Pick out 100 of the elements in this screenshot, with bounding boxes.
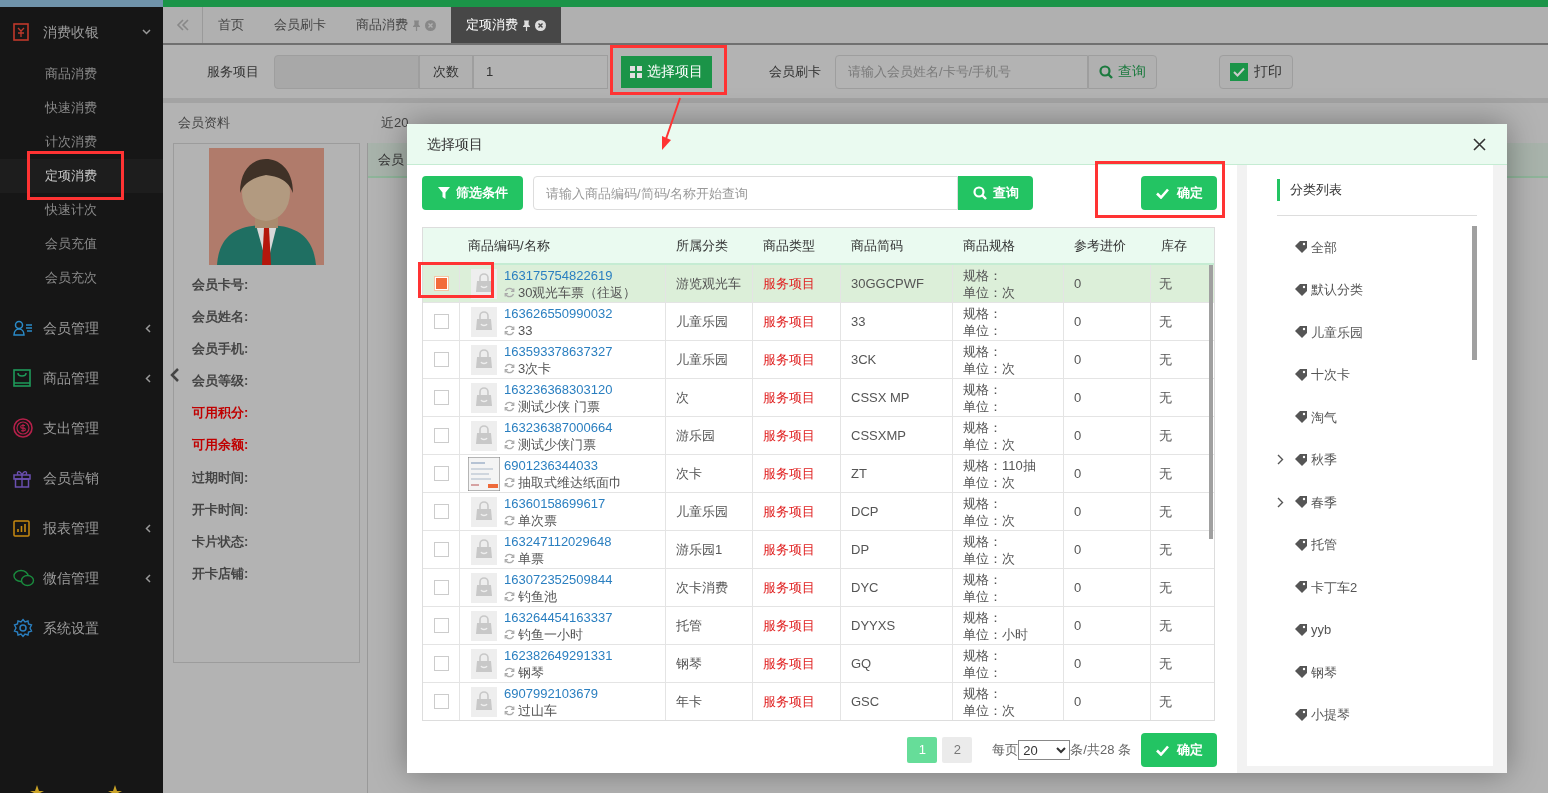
table-cell-text: 服务项目: [763, 274, 815, 293]
table-row[interactable]: 162382649291331 钢琴 钢琴 服务项目 GQ 规格： 单位： 0 无: [423, 645, 1214, 683]
item-code-link[interactable]: 163626550990032: [504, 304, 613, 322]
item-code-link[interactable]: 163247112029648: [504, 532, 612, 550]
checkbox[interactable]: [433, 390, 449, 405]
tab[interactable]: 首页: [203, 7, 259, 43]
checkbox[interactable]: [433, 276, 449, 291]
checkbox[interactable]: [433, 580, 449, 595]
category-item[interactable]: 儿童乐园: [1277, 311, 1477, 354]
chevron-right-icon: [1277, 454, 1284, 466]
table-cell-text: 规格：: [963, 342, 1003, 360]
shopping-bag-icon: [471, 496, 497, 527]
item-code-link[interactable]: 163264454163337: [504, 608, 613, 626]
item-code-link[interactable]: 6907992103679: [504, 684, 598, 702]
table-cell-text: 服务项目: [763, 350, 815, 369]
close-icon[interactable]: [535, 19, 546, 31]
search-field[interactable]: 请输入商品编码/简码/名称开始查询: [533, 176, 958, 210]
category-item[interactable]: yyb: [1277, 608, 1477, 651]
table-cell-text: CSSXMP: [851, 426, 906, 445]
table-cell-text: 0: [1074, 578, 1082, 597]
checkbox[interactable]: [433, 694, 449, 709]
field-label: 会员卡号:: [192, 276, 250, 294]
menu-item[interactable]: 支出管理: [0, 403, 163, 453]
table-row[interactable]: 163072352509844 钓鱼池 次卡消费 服务项目 DYC 规格： 单位： 0 无: [423, 569, 1214, 607]
item-code-link[interactable]: 16360158699617: [504, 494, 606, 512]
category-item[interactable]: 小提琴: [1277, 693, 1477, 736]
table-cell-text: 儿童乐园: [676, 312, 728, 331]
item-code-link[interactable]: 163072352509844: [504, 570, 613, 588]
tab[interactable]: 商品消费: [341, 7, 451, 43]
menu-item[interactable]: 消费收银: [0, 7, 163, 57]
category-item[interactable]: 春季: [1277, 481, 1477, 524]
checkbox[interactable]: [433, 542, 449, 557]
table-cell-text: DCP: [851, 502, 879, 521]
refresh-icon: [504, 362, 515, 374]
scrollbar[interactable]: [1472, 226, 1477, 360]
shopping-bag-icon: [471, 534, 497, 565]
item-code-link[interactable]: 163175754822619: [504, 266, 637, 284]
scrollbar[interactable]: [1209, 265, 1213, 539]
checkbox[interactable]: [433, 352, 449, 367]
checkbox[interactable]: [433, 504, 449, 519]
category-item[interactable]: 全部: [1277, 226, 1477, 269]
table-cell-text: 无: [1159, 388, 1172, 407]
panel-title: 分类列表: [1290, 181, 1342, 200]
table-row[interactable]: 163593378637327 3次卡 儿童乐园 服务项目 3CK 规格： 单位：次 0 无: [423, 341, 1214, 379]
count-field[interactable]: 1: [473, 54, 608, 89]
table-row[interactable]: 163236387000664 测试少侠门票 游乐园 服务项目 CSSXMP 规格： 单位：次 0 无: [423, 417, 1214, 455]
submenu-item[interactable]: 快速消费: [0, 91, 163, 125]
item-code-link[interactable]: 163593378637327: [504, 342, 613, 360]
category-item[interactable]: 十次卡: [1277, 353, 1477, 396]
checkbox[interactable]: [433, 466, 449, 481]
category-item[interactable]: 默认分类: [1277, 268, 1477, 311]
tab[interactable]: 会员刷卡: [259, 7, 341, 43]
table-row[interactable]: 163264454163337 钓鱼一小时 托管 服务项目 DYYXS 规格： 单位：小时 0 无: [423, 607, 1214, 645]
page-button[interactable]: 2: [942, 737, 973, 763]
table-cell-text: ZT: [851, 464, 867, 483]
checkbox[interactable]: [433, 618, 449, 633]
table-cell-text: 单位：小时: [963, 625, 1029, 643]
item-code-link[interactable]: 6901236344033: [504, 456, 622, 474]
close-button[interactable]: [1471, 136, 1487, 152]
per-page-select[interactable]: 20: [1018, 740, 1071, 760]
item-code-link[interactable]: 163236387000664: [504, 418, 613, 436]
submenu-item[interactable]: 会员充次: [0, 261, 163, 295]
select-items-button[interactable]: 选择项目: [621, 55, 712, 88]
category-item[interactable]: 淘气: [1277, 396, 1477, 439]
tag-icon: [1295, 538, 1307, 551]
category-item[interactable]: 钢琴: [1277, 651, 1477, 694]
table-cell-text: DYC: [851, 578, 879, 597]
table-row[interactable]: 163175754822619 30观光车票（往返） 游览观光车 服务项目 30GGCPWF 规格： 单位：次 0 无: [423, 265, 1214, 303]
tab[interactable]: 定项消费: [451, 7, 561, 43]
category-item[interactable]: 托管: [1277, 523, 1477, 566]
checkbox[interactable]: [1230, 62, 1248, 81]
chevron-left-icon[interactable]: [170, 368, 180, 382]
item-code-link[interactable]: 162382649291331: [504, 646, 613, 664]
checkbox[interactable]: [433, 656, 449, 671]
submenu-item[interactable]: 定项消费: [0, 159, 163, 193]
table-row[interactable]: 163236368303120 测试少侠 门票 次 服务项目 CSSX MP 规格： 单位： 0 无: [423, 379, 1214, 417]
submenu-item[interactable]: 商品消费: [0, 57, 163, 91]
menu-item[interactable]: 系统设置: [0, 603, 163, 653]
table-cell-text: 0: [1074, 692, 1082, 711]
print-checkbox[interactable]: 打印: [1219, 54, 1293, 89]
table-row[interactable]: 163247112029648 单票 游乐园1 服务项目 DP 规格： 单位：次 0 无: [423, 531, 1214, 569]
menu-item[interactable]: 会员营销: [0, 453, 163, 503]
item-code-link[interactable]: 163236368303120: [504, 380, 613, 398]
submenu-item[interactable]: 计次消费: [0, 125, 163, 159]
checkbox[interactable]: [433, 314, 449, 329]
menu-item[interactable]: 会员管理: [0, 303, 163, 353]
category-item[interactable]: 卡丁车2: [1277, 566, 1477, 609]
table-row[interactable]: 6901236344033 抽取式维达纸面巾 次卡 服务项目 ZT 规格：110抽 单位：次 0 无: [423, 455, 1214, 493]
user-list-icon: [13, 320, 33, 336]
table-cell-text: GSC: [851, 692, 880, 711]
menu-item[interactable]: 微信管理: [0, 553, 163, 603]
checkbox[interactable]: [433, 428, 449, 443]
table-row[interactable]: 16360158699617 单次票 儿童乐园 服务项目 DCP 规格： 单位：次 0 无: [423, 493, 1214, 531]
table-row[interactable]: 163626550990032 33 儿童乐园 服务项目 33 规格： 单位： 0 无: [423, 303, 1214, 341]
submenu-item[interactable]: 会员充值: [0, 227, 163, 261]
submenu-item[interactable]: 快速计次: [0, 193, 163, 227]
grid-icon: [630, 65, 642, 78]
menu-item[interactable]: 报表管理: [0, 503, 163, 553]
category-item[interactable]: 秋季: [1277, 438, 1477, 481]
menu-item[interactable]: 商品管理: [0, 353, 163, 403]
